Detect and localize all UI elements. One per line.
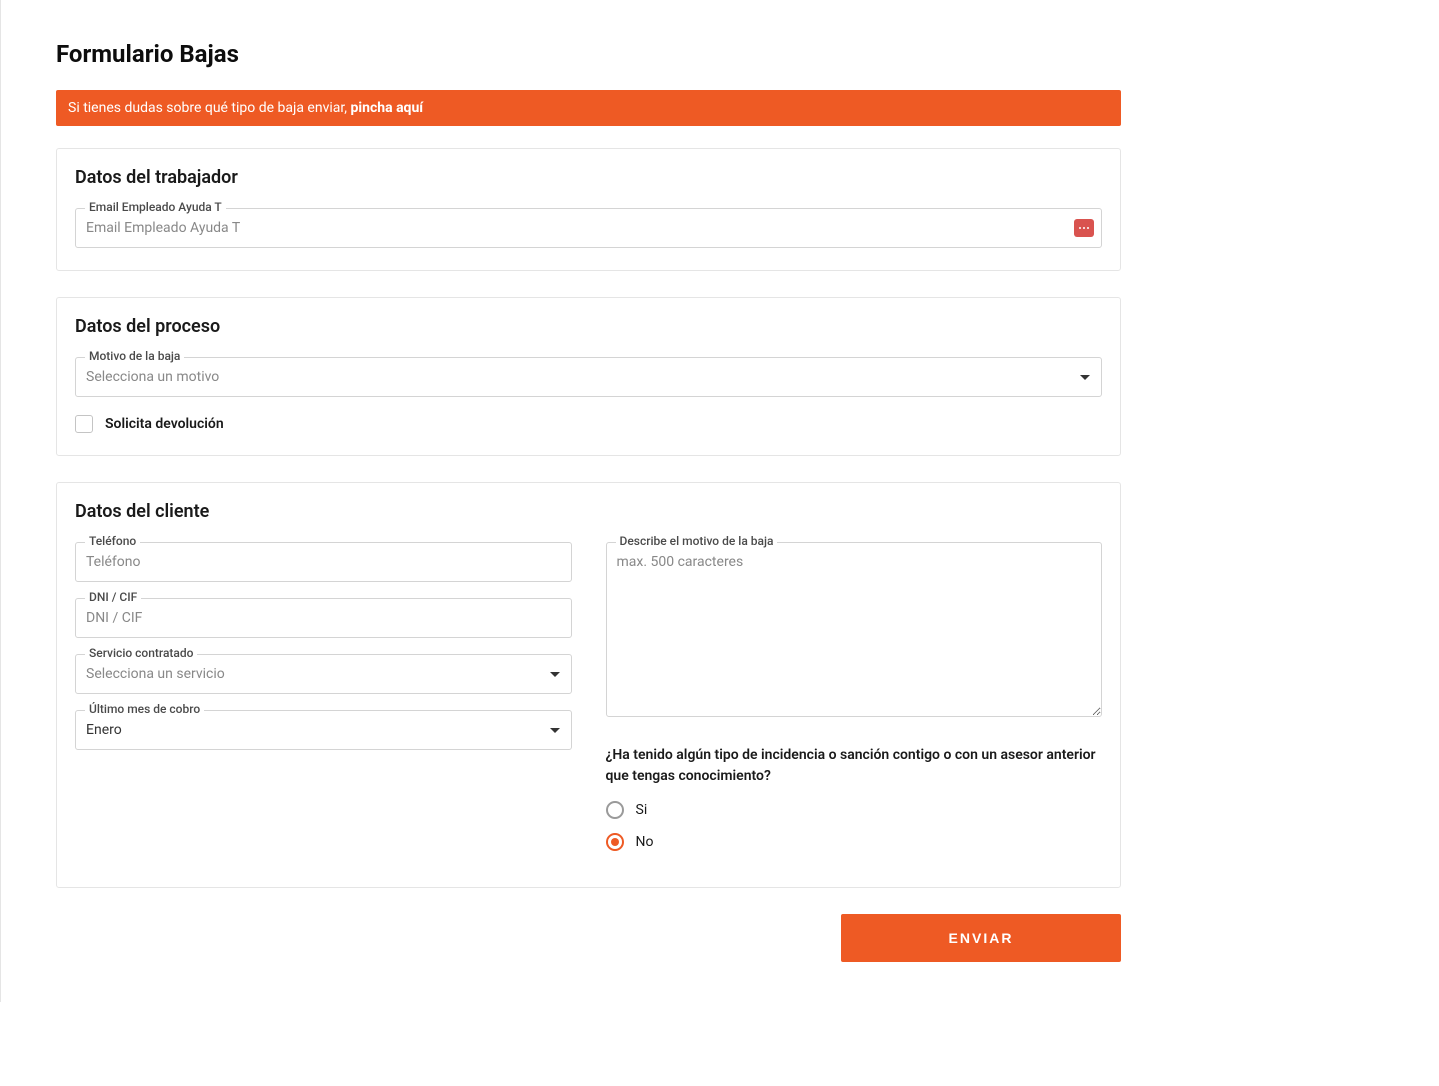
radio-yes-row: Si (606, 801, 1103, 819)
dots-icon (1079, 227, 1081, 229)
worker-section: Datos del trabajador Email Empleado Ayud… (56, 148, 1121, 271)
describe-label: Describe el motivo de la baja (616, 534, 778, 548)
page-title: Formulario Bajas (56, 40, 1121, 68)
incident-question: ¿Ha tenido algún tipo de incidencia o sa… (606, 745, 1103, 787)
submit-row: Enviar (56, 914, 1121, 962)
radio-yes[interactable] (606, 801, 624, 819)
radio-no-label: No (636, 834, 654, 850)
dni-input[interactable] (75, 598, 572, 638)
dni-field-wrap: DNI / CIF (75, 598, 572, 638)
help-alert: Si tienes dudas sobre qué tipo de baja e… (56, 90, 1121, 126)
service-select[interactable]: Selecciona un servicio (75, 654, 572, 694)
dni-label: DNI / CIF (85, 590, 141, 604)
process-section-title: Datos del proceso (75, 316, 1102, 337)
email-options-button[interactable] (1074, 219, 1094, 237)
refund-checkbox-row: Solicita devolución (75, 415, 1102, 433)
reason-field-wrap: Motivo de la baja Selecciona un motivo (75, 357, 1102, 397)
process-section: Datos del proceso Motivo de la baja Sele… (56, 297, 1121, 456)
reason-label: Motivo de la baja (85, 349, 184, 363)
email-label: Email Empleado Ayuda T (85, 200, 226, 214)
submit-button[interactable]: Enviar (841, 914, 1121, 962)
dots-icon (1087, 227, 1089, 229)
last-month-select[interactable]: Enero (75, 710, 572, 750)
service-label: Servicio contratado (85, 646, 197, 660)
radio-dot-icon (611, 838, 619, 846)
client-section-title: Datos del cliente (75, 501, 1102, 522)
dots-icon (1083, 227, 1085, 229)
email-input[interactable] (75, 208, 1102, 248)
phone-label: Teléfono (85, 534, 140, 548)
describe-textarea[interactable] (606, 542, 1103, 717)
email-field-wrap: Email Empleado Ayuda T (75, 208, 1102, 248)
last-month-label: Último mes de cobro (85, 702, 204, 716)
phone-field-wrap: Teléfono (75, 542, 572, 582)
phone-input[interactable] (75, 542, 572, 582)
radio-no[interactable] (606, 833, 624, 851)
alert-link[interactable]: pincha aquí (351, 100, 424, 116)
refund-label: Solicita devolución (105, 416, 224, 432)
last-month-field-wrap: Último mes de cobro Enero (75, 710, 572, 750)
service-field-wrap: Servicio contratado Selecciona un servic… (75, 654, 572, 694)
radio-no-row: No (606, 833, 1103, 851)
client-left-col: Teléfono DNI / CIF Servicio contratado S… (75, 542, 572, 865)
radio-yes-label: Si (636, 802, 648, 818)
reason-select[interactable]: Selecciona un motivo (75, 357, 1102, 397)
describe-field-wrap: Describe el motivo de la baja (606, 542, 1103, 721)
worker-section-title: Datos del trabajador (75, 167, 1102, 188)
client-right-col: Describe el motivo de la baja ¿Ha tenido… (606, 542, 1103, 865)
alert-prefix: Si tienes dudas sobre qué tipo de baja e… (68, 100, 351, 116)
client-section: Datos del cliente Teléfono DNI / CIF Ser… (56, 482, 1121, 888)
refund-checkbox[interactable] (75, 415, 93, 433)
